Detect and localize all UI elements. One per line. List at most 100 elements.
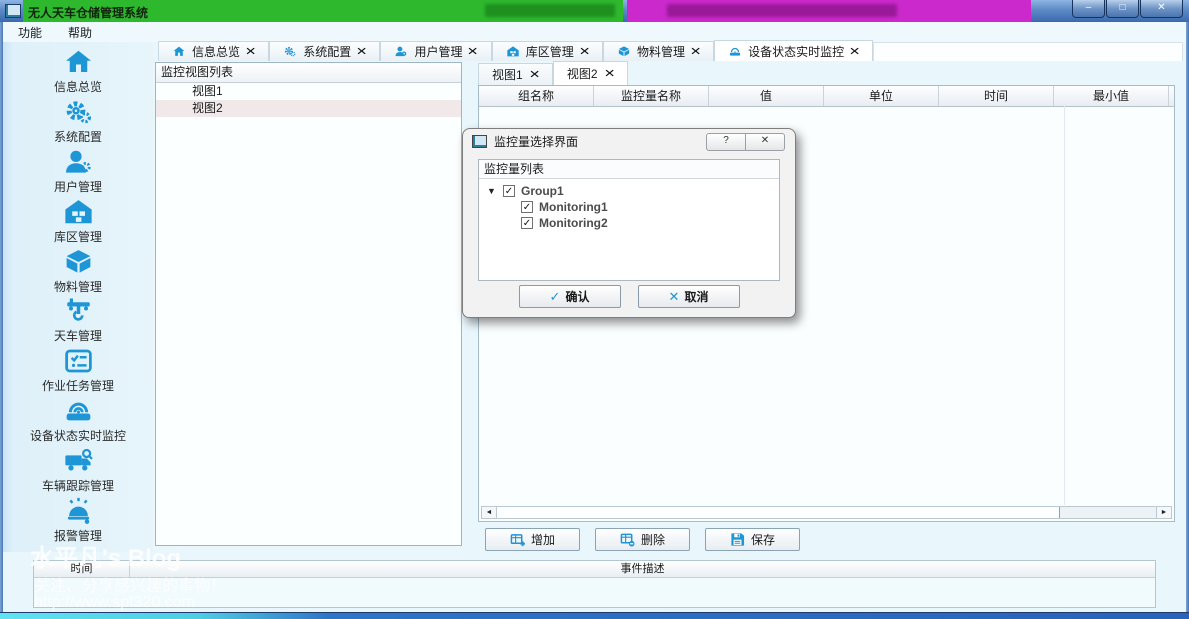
device-monitor-icon [728,45,742,58]
add-button[interactable]: 增加 [485,528,580,551]
device-monitor-icon [62,396,95,426]
tab-close-icon[interactable]: ✕ [579,45,591,58]
tab-close-icon[interactable]: ✕ [849,45,861,58]
dialog-title: 监控量选择界面 [494,133,578,150]
tab-close-icon[interactable]: ✕ [356,45,368,58]
tab-close-icon[interactable]: ✕ [529,68,541,81]
item-checkbox[interactable]: ✓ [521,201,533,213]
menu-item-function[interactable]: 功能 [18,24,42,41]
task-list-icon [62,346,95,376]
truck-search-icon [62,446,95,476]
table-gridline [1064,106,1065,505]
sidebar-item-system-config[interactable]: 系统配置 [3,97,153,145]
item-checkbox[interactable]: ✓ [521,217,533,229]
delete-button[interactable]: 删除 [595,528,690,551]
dialog-close-button[interactable]: ✕ [746,133,785,151]
save-button[interactable]: 保存 [705,528,800,551]
monitor-tree: ▼ ✓ Group1 ✓ Monitoring1 ✓ Monitoring2 [479,179,779,231]
menubar: 功能 帮助 [3,22,1186,42]
column-header-monitor-name[interactable]: 监控量名称 [594,86,709,106]
tab-material-management[interactable]: 物料管理 ✕ [603,41,714,61]
sidebar-item-label: 天车管理 [54,327,102,344]
redacted-text [667,4,897,17]
main-tabbar: 信息总览 ✕ 系统配置 ✕ 用户管理 ✕ 库区管理 ✕ 物料管理 ✕ [158,42,1183,61]
tab-close-icon[interactable]: ✕ [603,67,615,80]
sidebar-item-material-management[interactable]: 物料管理 [3,247,153,295]
tab-system-config[interactable]: 系统配置 ✕ [269,41,380,61]
tree-group-row[interactable]: ▼ ✓ Group1 [479,183,779,199]
table-toolbar: 增加 删除 保存 [485,528,800,551]
dialog-controls: ? ✕ [706,133,785,151]
event-column-time: 时间 [34,561,130,577]
scrollbar-thumb[interactable] [497,507,1060,518]
tab-warehouse-management[interactable]: 库区管理 ✕ [492,41,603,61]
dialog-buttons: ✓ 确认 ✕ 取消 [463,285,795,308]
column-header-group-name[interactable]: 组名称 [479,86,594,106]
scroll-left-icon[interactable]: ◄ [482,507,497,518]
sidebar-item-task-management[interactable]: 作业任务管理 [3,346,153,394]
monitor-list-header: 监控量列表 [479,160,779,179]
menu-item-help[interactable]: 帮助 [68,24,92,41]
scrollbar-track[interactable] [1060,507,1156,518]
group-checkbox[interactable]: ✓ [503,185,515,197]
column-header-unit[interactable]: 单位 [824,86,939,106]
sidebar-item-label: 用户管理 [54,178,102,195]
app-window: 无人天车仓储管理系统 – □ ✕ 功能 帮助 信息总览 系统配置 用户管理 库区… [0,0,1189,619]
horizontal-scrollbar[interactable]: ◄ ► [481,506,1172,519]
close-button[interactable]: ✕ [1140,0,1183,18]
box-icon [62,247,95,277]
sidebar-item-warehouse-management[interactable]: 库区管理 [3,197,153,245]
tab-label: 库区管理 [526,43,574,60]
scroll-right-icon[interactable]: ► [1156,507,1171,518]
list-item-view2[interactable]: 视图2 [156,100,461,117]
tab-info-overview[interactable]: 信息总览 ✕ [158,41,269,61]
view-tabbar: 视图1 ✕ 视图2 ✕ [478,62,628,85]
sidebar-item-user-management[interactable]: 用户管理 [3,147,153,195]
dialog-help-button[interactable]: ? [706,133,746,151]
sidebar-item-info-overview[interactable]: 信息总览 [3,47,153,95]
box-icon [617,45,631,58]
tab-close-icon[interactable]: ✕ [690,45,702,58]
redacted-text [485,4,615,17]
cancel-button[interactable]: ✕ 取消 [638,285,740,308]
home-icon [172,45,186,58]
window-border-bottom [0,612,1189,619]
chevron-down-icon[interactable]: ▼ [487,186,497,196]
tab-device-monitor[interactable]: 设备状态实时监控 ✕ [714,40,873,61]
window-controls: – □ ✕ [1071,0,1183,18]
sidebar-item-alarm-management[interactable]: 报警管理 [3,496,153,544]
dialog-icon [472,135,487,148]
column-header-value[interactable]: 值 [709,86,824,106]
sidebar-item-vehicle-tracking[interactable]: 车辆跟踪管理 [3,446,153,494]
tab-label: 信息总览 [192,43,240,60]
confirm-button[interactable]: ✓ 确认 [519,285,621,308]
view-tab-2[interactable]: 视图2 ✕ [553,61,628,85]
tree-item-row[interactable]: ✓ Monitoring2 [479,215,779,231]
monitor-select-dialog: 监控量选择界面 ? ✕ 监控量列表 ▼ ✓ Group1 ✓ Monitorin… [462,128,796,318]
x-icon: ✕ [669,289,680,305]
warehouse-icon [506,45,520,58]
tree-item-row[interactable]: ✓ Monitoring1 [479,199,779,215]
user-gear-icon [394,45,408,58]
tabbar-filler [873,42,1183,61]
tab-close-icon[interactable]: ✕ [467,45,479,58]
sidebar-item-device-monitor[interactable]: 设备状态实时监控 [3,396,153,444]
sidebar-item-label: 信息总览 [54,78,102,95]
tab-user-management[interactable]: 用户管理 ✕ [380,41,491,61]
column-header-time[interactable]: 时间 [939,86,1054,106]
view-tab-label: 视图1 [492,66,523,83]
alarm-icon [62,496,95,526]
sidebar-item-crane-management[interactable]: 天车管理 [3,296,153,344]
titlebar-magenta-highlight [627,0,1031,22]
user-gear-icon [62,147,95,177]
sidebar-item-label: 设备状态实时监控 [30,427,126,444]
column-header-min-value[interactable]: 最小值 [1054,86,1169,106]
tab-close-icon[interactable]: ✕ [245,45,257,58]
view-tab-1[interactable]: 视图1 ✕ [478,63,553,85]
event-table-header: 时间 事件描述 [34,561,1155,578]
gears-icon [283,45,297,58]
titlebar: 无人天车仓储管理系统 – □ ✕ [0,0,1189,22]
maximize-button[interactable]: □ [1106,0,1139,18]
minimize-button[interactable]: – [1072,0,1105,18]
list-item-view1[interactable]: 视图1 [156,83,461,100]
